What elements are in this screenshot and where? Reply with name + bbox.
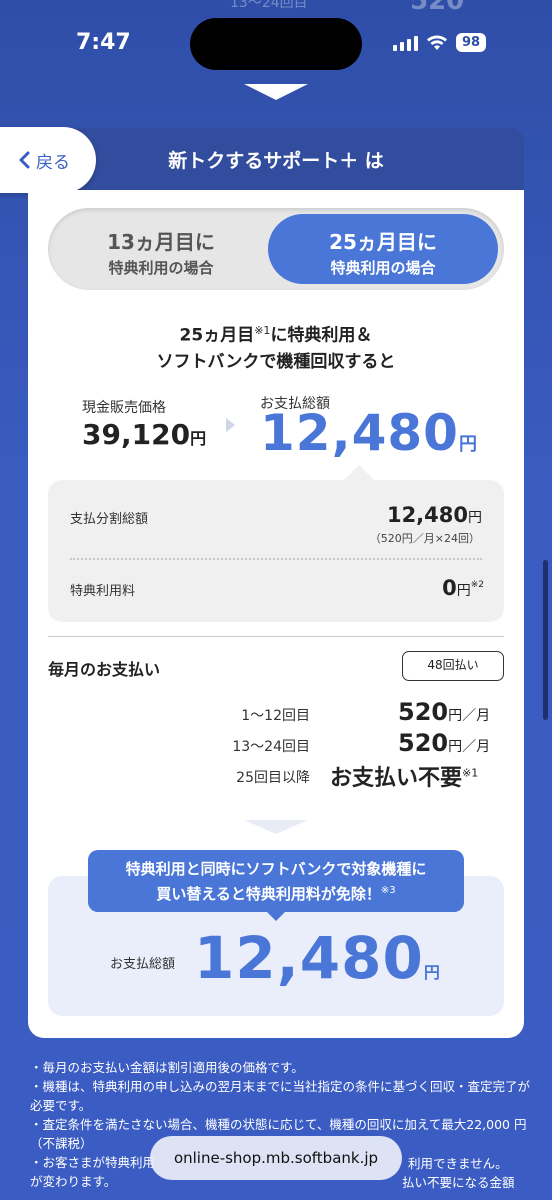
ghost-row-label: 13～24回目 [230, 0, 308, 11]
installment-yen: 円 [468, 510, 482, 526]
monthly-title: 毎月のお支払い [48, 660, 161, 679]
fee-note: ※2 [470, 580, 484, 590]
footnote-tail: 払い不要になる金額 [402, 1175, 515, 1190]
installments-badge: 48回払い [402, 651, 504, 681]
fee-label: 特典利用料 [70, 584, 136, 599]
total-price-yen: 円 [458, 434, 478, 455]
fee-amount: 0 [442, 576, 457, 600]
wifi-icon [427, 35, 447, 50]
footnote-tail: 利用できません。 [408, 1156, 508, 1171]
monthly-row-unit: 円／月 [448, 739, 491, 755]
bonus-total-label: お支払総額 [110, 957, 176, 972]
scrollbar[interactable] [543, 560, 548, 720]
toggle-option-25-months[interactable]: 25ヵ月目に 特典利用の場合 [268, 214, 498, 284]
status-icons: 98 [393, 33, 487, 52]
fee-yen: 円 [456, 583, 471, 599]
headline: 25ヵ月目※1に特典利用＆ ソフトバンクで機種回収すると [0, 318, 552, 375]
footnote: ・毎月のお支払い金額は割引適用後の価格です。 [30, 1060, 304, 1075]
installment-detail: （520円／月×24回） [369, 532, 480, 545]
monthly-row-label: 1～12回目 [241, 708, 310, 724]
toggle-option-13-line2: 特典利用の場合 [108, 259, 214, 277]
no-payment-text: お支払い不要 [330, 766, 463, 791]
chevron-left-icon [19, 151, 30, 169]
headline-note: ※1 [254, 324, 271, 337]
callout-note: ※3 [380, 885, 396, 896]
bonus-total-value: 12,480 [194, 924, 424, 992]
section-divider [48, 636, 504, 637]
back-button-label: 戻る [36, 152, 70, 173]
breakdown-box [48, 480, 504, 622]
monthly-row-value: 520円／月 [398, 729, 490, 757]
installment-value: 12,480円 [300, 503, 482, 527]
dynamic-island [190, 18, 362, 70]
monthly-row-unit: 円／月 [448, 708, 491, 724]
chevron-down-icon [244, 84, 308, 100]
headline-line2: ソフトバンクで機種回収すると [156, 351, 396, 372]
monthly-row-label: 13～24回目 [232, 739, 310, 755]
exemption-callout: 特典利用と同時にソフトバンクで対象機種に 買い替えると特典利用料が免除！※3 [88, 850, 464, 912]
breakdown-notch [343, 465, 375, 481]
monthly-row-amount: 520 [398, 729, 449, 757]
status-bar: 13～24回目 520 7:47 98 [0, 0, 552, 90]
installment-label: 支払分割総額 [70, 512, 149, 527]
headline-part-b: に特典利用＆ [270, 325, 373, 346]
headline-part-a: 25ヵ月目 [179, 325, 255, 346]
monthly-row-amount: 520 [398, 698, 449, 726]
no-payment-note: ※1 [462, 766, 479, 780]
chevron-down-icon [244, 820, 308, 834]
dotted-divider [70, 558, 482, 560]
browser-url-bar[interactable]: online-shop.mb.softbank.jp [150, 1136, 402, 1180]
back-button[interactable]: 戻る [0, 127, 96, 193]
total-price: 12,480円 [260, 404, 478, 462]
status-time: 7:47 [76, 30, 131, 55]
monthly-row-free: お支払い不要※1 [330, 760, 478, 792]
total-price-value: 12,480 [260, 404, 459, 462]
arrow-right-icon [226, 418, 235, 432]
signal-icon [393, 35, 418, 51]
toggle-option-13-months[interactable]: 13ヵ月目に 特典利用の場合 [48, 226, 274, 278]
toggle-option-25-line1: 25ヵ月目に [329, 230, 437, 254]
monthly-row-label: 25回目以降 [236, 770, 310, 786]
ghost-row-price: 520 [410, 0, 465, 16]
callout-line2: 買い替えると特典利用料が免除！ [156, 885, 381, 903]
cash-price-yen: 円 [190, 429, 207, 448]
cash-price-value: 39,120 [82, 418, 191, 451]
toggle-option-25-line2: 特典利用の場合 [330, 259, 436, 277]
monthly-row-value: 520円／月 [398, 698, 490, 726]
fee-value: 0円※2 [380, 576, 484, 600]
callout-tail [266, 911, 286, 921]
bonus-total: 12,480円 [194, 924, 441, 992]
battery-indicator: 98 [456, 33, 487, 52]
callout-line1: 特典利用と同時にソフトバンクで対象機種に [125, 860, 427, 878]
cash-price: 39,120円 [82, 418, 206, 451]
bonus-total-yen: 円 [423, 963, 441, 982]
installment-amount: 12,480 [386, 503, 468, 527]
cash-price-label: 現金販売価格 [82, 400, 166, 416]
toggle-option-13-line1: 13ヵ月目に [107, 230, 215, 254]
footnote: ・機種は、特典利用の申し込みの翌月末までに当社指定の条件に基づく回収・査定完了が… [30, 1079, 531, 1113]
